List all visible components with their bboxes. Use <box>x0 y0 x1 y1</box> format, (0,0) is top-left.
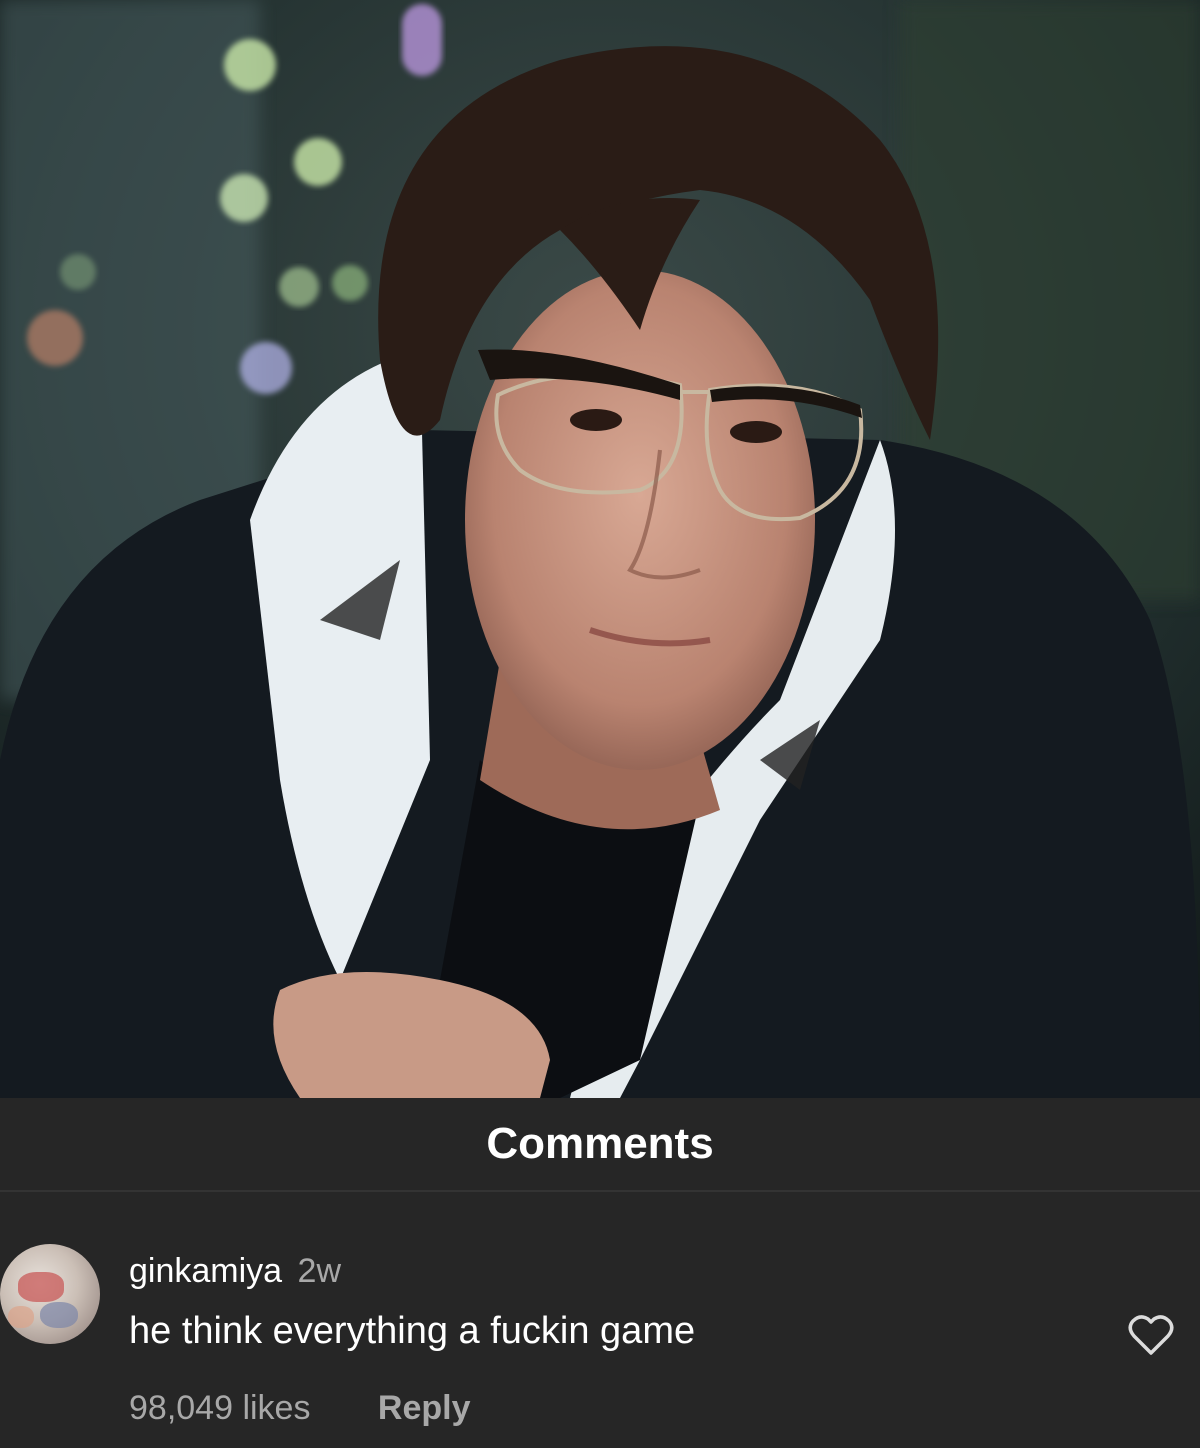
portrait-photo <box>0 0 1200 1098</box>
comment-text: he think everything a fuckin game <box>129 1310 696 1352</box>
reply-button[interactable]: Reply <box>378 1389 471 1427</box>
comment-actions: 98,049 likes Reply <box>129 1389 471 1428</box>
divider <box>0 1190 1200 1192</box>
comments-title: Comments <box>486 1119 714 1168</box>
comment-likes[interactable]: 98,049 likes <box>129 1389 310 1427</box>
comments-panel: Comments ginkamiya 2w he think everythin… <box>0 1098 1200 1448</box>
comment-time: 2w <box>297 1252 341 1290</box>
comment-username[interactable]: ginkamiya <box>129 1252 282 1290</box>
post-photo <box>0 0 1200 1098</box>
avatar[interactable] <box>0 1244 100 1344</box>
comment-header: ginkamiya 2w <box>129 1252 341 1291</box>
heart-outline-icon[interactable] <box>1128 1314 1174 1356</box>
